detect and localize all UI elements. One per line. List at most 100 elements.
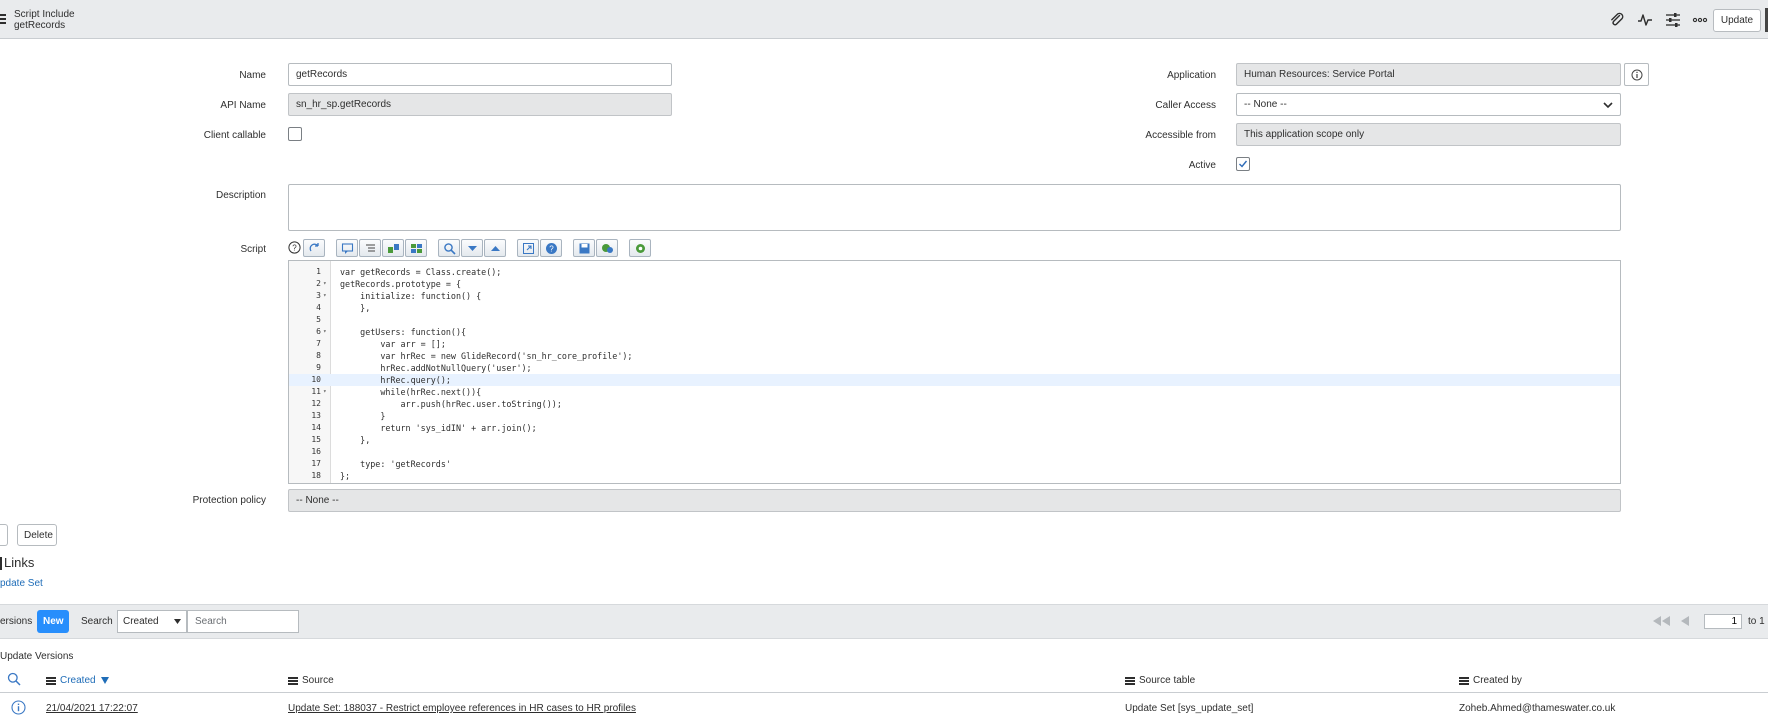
column-menu-icon[interactable] [46, 676, 56, 685]
line-number: 7 [316, 339, 321, 348]
code-line[interactable]: 14 return 'sys_idIN' + arr.join(); [289, 422, 1620, 434]
column-menu-icon[interactable] [1125, 676, 1135, 685]
list-caption: Update Versions [0, 651, 74, 662]
search-field-select[interactable]: Created [117, 610, 187, 633]
row-info-icon[interactable] [11, 700, 26, 715]
page-number-input[interactable] [1704, 614, 1742, 629]
page-total: to 1 [1748, 616, 1765, 627]
find-previous-icon[interactable] [484, 239, 506, 257]
search-input[interactable] [187, 610, 299, 633]
checkmark-icon [1239, 160, 1248, 168]
find-next-icon[interactable] [461, 239, 483, 257]
code-line[interactable]: 18}; [289, 470, 1620, 482]
update-button[interactable]: Update [1713, 9, 1761, 32]
column-menu-icon[interactable] [288, 676, 298, 685]
search-code-icon[interactable] [438, 239, 460, 257]
code-line[interactable]: 13 } [289, 410, 1620, 422]
menu-icon[interactable] [0, 14, 6, 24]
code-line[interactable]: 3 ▾ initialize: function() { [289, 290, 1620, 302]
code-line[interactable]: 4 }, [289, 302, 1620, 314]
settings-sliders-icon[interactable] [1664, 12, 1682, 28]
code-line[interactable]: 1 var getRecords = Class.create(); [289, 266, 1620, 278]
comment-icon[interactable] [336, 239, 358, 257]
column-header-source[interactable]: Source [288, 675, 334, 686]
code-line[interactable]: 15 }, [289, 434, 1620, 446]
code-text: }, [340, 303, 371, 313]
code-line[interactable]: 5 [289, 314, 1620, 326]
protection-policy-field: -- None -- [288, 489, 1621, 512]
svg-text:?: ? [549, 244, 554, 253]
update-bottom-button[interactable] [0, 524, 8, 546]
line-number: 6 [316, 327, 321, 336]
activity-icon[interactable] [1636, 12, 1654, 28]
column-header-created[interactable]: Created [46, 675, 109, 686]
application-field: Human Resources: Service Portal [1236, 63, 1621, 86]
fold-toggle-icon[interactable]: ▾ [323, 326, 331, 338]
fold-toggle-icon[interactable]: ▾ [323, 278, 331, 290]
replace-all-icon[interactable] [405, 239, 427, 257]
versions-tab[interactable]: ersions [0, 616, 32, 627]
column-header-created-label: Created [60, 675, 96, 686]
fold-toggle-icon[interactable]: ▾ [323, 386, 331, 398]
client-callable-checkbox[interactable] [288, 127, 302, 141]
name-input[interactable] [288, 63, 672, 86]
client-callable-label: Client callable [203, 130, 266, 141]
column-header-created-by[interactable]: Created by [1459, 675, 1522, 686]
script-debugger-icon[interactable] [596, 239, 618, 257]
paperclip-icon[interactable] [1608, 12, 1626, 28]
delete-button[interactable]: Delete [17, 524, 57, 546]
active-checkbox[interactable] [1236, 157, 1250, 171]
row-source-link[interactable]: Update Set: 188037 - Restrict employee r… [288, 703, 636, 714]
new-button[interactable]: New [37, 610, 69, 633]
line-number: 12 [311, 399, 321, 408]
caller-access-select[interactable]: -- None -- [1236, 93, 1621, 116]
accessible-from-value: This application scope only [1244, 129, 1365, 140]
code-line[interactable]: 10 hrRec.query(); [289, 374, 1620, 386]
column-header-source-table-label: Source table [1139, 675, 1196, 686]
active-label: Active [1188, 160, 1216, 171]
toggle-syntax-icon[interactable] [303, 239, 325, 257]
code-line[interactable]: 9 hrRec.addNotNullQuery('user'); [289, 362, 1620, 374]
code-text: arr.push(hrRec.user.toString()); [340, 399, 562, 409]
column-header-source-table[interactable]: Source table [1125, 675, 1195, 686]
line-number: 13 [311, 411, 321, 420]
description-textarea[interactable] [288, 184, 1621, 231]
format-code-icon[interactable] [359, 239, 381, 257]
row-created-link[interactable]: 21/04/2021 17:22:07 [46, 703, 138, 714]
info-icon[interactable] [1624, 63, 1649, 86]
script-help-icon[interactable]: ? [540, 239, 562, 257]
column-menu-icon[interactable] [1459, 676, 1469, 685]
code-line[interactable]: 8 var hrRec = new GlideRecord('sn_hr_cor… [289, 350, 1620, 362]
code-text: var getRecords = Class.create(); [340, 267, 502, 277]
fullscreen-icon[interactable] [517, 239, 539, 257]
help-icon[interactable]: ? [288, 241, 301, 254]
code-text: initialize: function() { [340, 291, 482, 301]
code-text: var hrRec = new GlideRecord('sn_hr_core_… [340, 351, 633, 361]
update-set-link[interactable]: pdate Set [0, 578, 43, 589]
script-editor[interactable]: 1 var getRecords = Class.create(); 2 ▾ getRe… [288, 260, 1621, 484]
save-icon[interactable] [573, 239, 595, 257]
code-line[interactable]: 11 ▾ while(hrRec.next()){ [289, 386, 1620, 398]
record-type: Script Include [14, 9, 75, 20]
api-name-field: sn_hr_sp.getRecords [288, 93, 672, 116]
replace-icon[interactable] [382, 239, 404, 257]
fold-toggle-icon[interactable]: ▾ [323, 290, 331, 302]
code-line[interactable]: 6 ▾ getUsers: function(){ [289, 326, 1620, 338]
settings-icon[interactable] [629, 239, 651, 257]
code-line[interactable]: 17 type: 'getRecords' [289, 458, 1620, 470]
script-label: Script [240, 244, 266, 255]
code-line[interactable]: 7 var arr = []; [289, 338, 1620, 350]
code-line[interactable]: 16 [289, 446, 1620, 458]
more-icon[interactable] [1691, 12, 1709, 28]
search-icon[interactable] [7, 672, 21, 686]
description-label: Description [215, 190, 266, 201]
previous-page-icon[interactable] [1680, 616, 1690, 626]
code-line[interactable]: 2 ▾ getRecords.prototype = { [289, 278, 1620, 290]
first-page-icon[interactable] [1652, 616, 1672, 626]
related-links-title: Links [4, 555, 35, 570]
row-created-by: Zoheb.Ahmed@thameswater.co.uk [1459, 703, 1616, 714]
code-line[interactable]: 12 arr.push(hrRec.user.toString()); [289, 398, 1620, 410]
api-name-label: API Name [220, 100, 266, 111]
line-number: 3 [316, 291, 321, 300]
line-number: 18 [311, 471, 321, 480]
